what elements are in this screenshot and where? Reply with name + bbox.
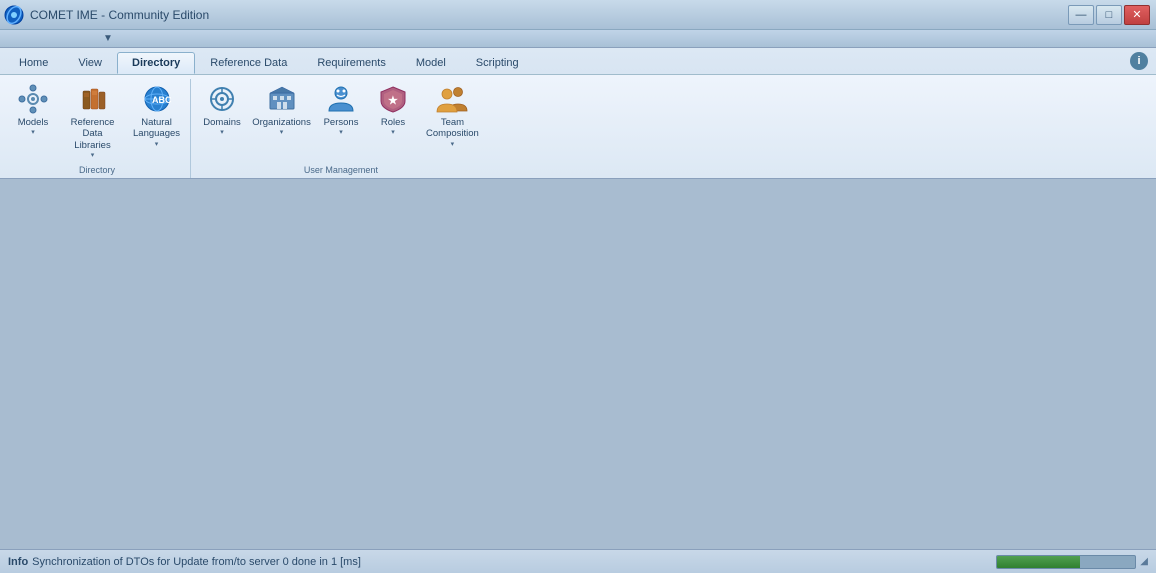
reference-data-libraries-label: Reference DataLibraries	[66, 117, 119, 151]
quick-access-toolbar: ▼	[0, 30, 1156, 48]
roles-arrow: ▾	[391, 128, 395, 136]
status-bar: Info Synchronization of DTOs for Update …	[0, 549, 1156, 573]
team-composition-icon	[436, 83, 468, 115]
organizations-arrow: ▾	[280, 128, 284, 136]
team-composition-label: TeamComposition	[426, 117, 479, 140]
natural-languages-label: NaturalLanguages	[133, 117, 180, 140]
organizations-label: Organizations	[252, 117, 311, 128]
minimize-button[interactable]: —	[1068, 5, 1094, 25]
organizations-icon	[266, 83, 298, 115]
directory-group-label: Directory	[8, 163, 186, 178]
reference-data-libraries-button[interactable]: Reference DataLibraries ▾	[60, 79, 125, 163]
info-icon[interactable]: i	[1130, 52, 1148, 70]
reference-data-libraries-icon	[77, 83, 109, 115]
tab-view[interactable]: View	[63, 52, 117, 74]
roles-icon: ★	[377, 83, 409, 115]
reference-libraries-arrow: ▾	[91, 151, 95, 159]
persons-arrow: ▾	[339, 128, 343, 136]
tab-home[interactable]: Home	[4, 52, 63, 74]
directory-items: Models ▾	[8, 79, 186, 163]
persons-button[interactable]: Persons ▾	[316, 79, 366, 140]
domains-arrow: ▾	[220, 128, 224, 136]
ribbon: Models ▾	[0, 74, 1156, 178]
ribbon-container: Home View Directory Reference Data Requi…	[0, 48, 1156, 179]
content-area	[0, 179, 1156, 549]
domains-icon	[206, 83, 238, 115]
user-mgmt-group-label: User Management	[197, 163, 485, 178]
domains-button[interactable]: Domains ▾	[197, 79, 247, 140]
svg-text:ABC: ABC	[152, 95, 172, 105]
ribbon-group-directory: Models ▾	[4, 79, 191, 178]
title-bar-left: COMET IME - Community Edition	[4, 5, 209, 25]
maximize-button[interactable]: □	[1096, 5, 1122, 25]
ribbon-group-user-management: Domains ▾	[193, 79, 489, 178]
team-composition-button[interactable]: TeamComposition ▾	[420, 79, 485, 152]
tab-scripting[interactable]: Scripting	[461, 52, 534, 74]
domains-label: Domains	[203, 117, 241, 128]
roles-button[interactable]: ★ Roles ▾	[368, 79, 418, 140]
status-prefix: Info	[8, 556, 28, 568]
tab-directory[interactable]: Directory	[117, 52, 195, 74]
tab-reference-data[interactable]: Reference Data	[195, 52, 302, 74]
svg-text:★: ★	[388, 95, 398, 107]
user-mgmt-items: Domains ▾	[197, 79, 485, 163]
models-arrow: ▾	[31, 128, 35, 136]
models-label: Models	[18, 117, 49, 128]
window-title: COMET IME - Community Edition	[30, 8, 209, 22]
natural-languages-arrow: ▾	[155, 140, 159, 148]
close-button[interactable]: ✕	[1124, 5, 1150, 25]
tab-requirements[interactable]: Requirements	[302, 52, 400, 74]
roles-label: Roles	[381, 117, 405, 128]
status-right: ◢	[996, 555, 1148, 569]
quick-access-item[interactable]: ▼	[100, 33, 116, 44]
persons-icon	[325, 83, 357, 115]
models-button[interactable]: Models ▾	[8, 79, 58, 140]
title-bar: COMET IME - Community Edition — □ ✕	[0, 0, 1156, 30]
status-message: Synchronization of DTOs for Update from/…	[32, 556, 361, 568]
models-icon	[17, 83, 49, 115]
persons-label: Persons	[324, 117, 359, 128]
app-logo	[4, 5, 24, 25]
menu-tabs: Home View Directory Reference Data Requi…	[0, 48, 1156, 74]
natural-languages-icon: ABC	[141, 83, 173, 115]
progress-bar	[996, 555, 1136, 569]
window-controls: — □ ✕	[1068, 5, 1150, 25]
app-window: COMET IME - Community Edition — □ ✕ ▼ Ho…	[0, 0, 1156, 573]
natural-languages-button[interactable]: ABC NaturalLanguages ▾	[127, 79, 186, 152]
tab-model[interactable]: Model	[401, 52, 461, 74]
team-composition-arrow: ▾	[451, 140, 455, 148]
progress-fill	[997, 556, 1080, 568]
organizations-button[interactable]: Organizations ▾	[249, 79, 314, 140]
resize-handle: ◢	[1140, 556, 1148, 567]
